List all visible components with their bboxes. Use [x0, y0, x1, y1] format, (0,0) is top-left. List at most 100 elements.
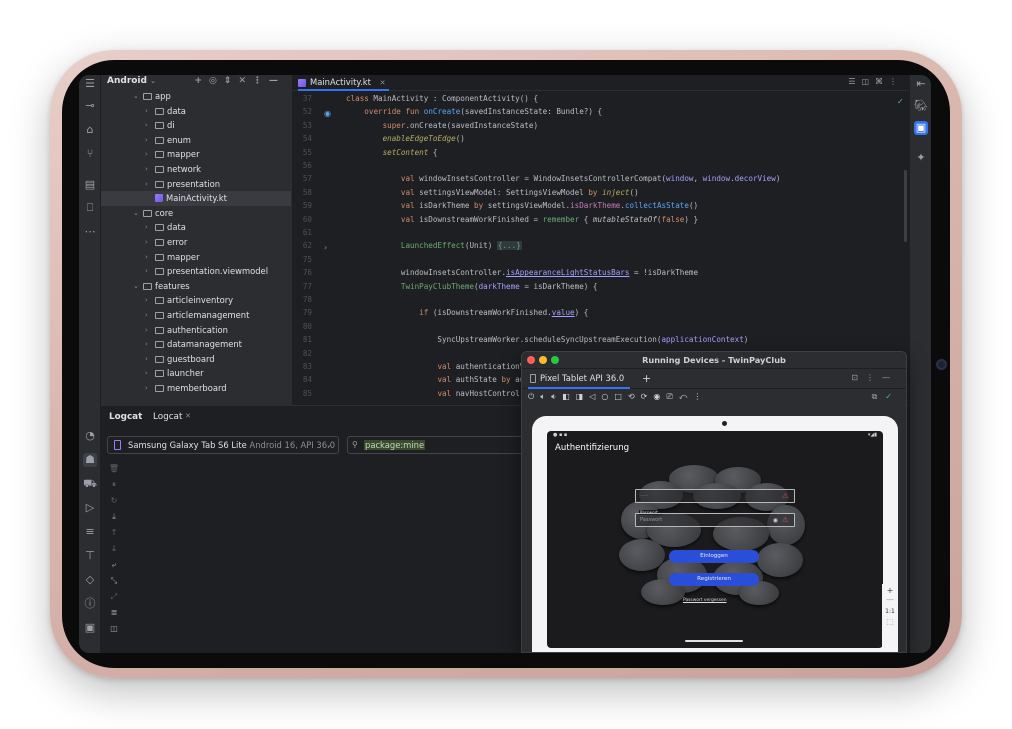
tree-item[interactable]: › presentation.viewmodel [101, 264, 291, 279]
tree-item[interactable]: › guestboard [101, 352, 291, 367]
split-icon[interactable]: ◫ [107, 624, 121, 640]
forgot-password-link[interactable]: Passwort vergessen [683, 598, 727, 603]
zoom-in-icon[interactable]: + [882, 586, 898, 595]
emulator-controls[interactable]: ⏻🔈︎🔉︎◧◨◁○□⟲⟳◉⎚⤺⋮ [528, 392, 707, 402]
format-icon[interactable]: ≣ [107, 608, 121, 624]
logcat-filter-input[interactable]: ⚲ package:mine [347, 436, 547, 454]
tree-item[interactable]: › memberboard [101, 381, 291, 396]
terminal-icon[interactable]: ▣ [83, 621, 97, 635]
chevron-right-icon[interactable]: › [145, 133, 148, 148]
chevron-down-icon[interactable]: ⌄ [133, 279, 139, 294]
tree-item[interactable]: › articleinventory [101, 293, 291, 308]
code-line[interactable]: 60 val isDownstreamWorkFinished = rememb… [292, 213, 910, 226]
chevron-right-icon[interactable]: › [145, 220, 148, 235]
chevron-right-icon[interactable]: › [145, 352, 148, 367]
username-field[interactable]: ····· ⚠ [635, 489, 795, 503]
logcat-tool-icon[interactable]: ☗ [83, 453, 97, 467]
chevron-down-icon[interactable]: ⌄ [133, 206, 139, 221]
fold-gutter-icon[interactable]: › [324, 243, 327, 252]
code-line[interactable]: 62 LaunchedEffect(Unit) {...} [292, 239, 910, 252]
tree-item[interactable]: › articlemanagement [101, 308, 291, 323]
pull-requests-icon[interactable]: ⑂ [83, 147, 97, 161]
code-line[interactable]: 77 TwinPayClubTheme(darkTheme = isDarkTh… [292, 280, 910, 293]
tree-item[interactable]: › presentation [101, 177, 291, 192]
window-options-icons[interactable]: ⊡⋮— [851, 373, 898, 382]
tree-item[interactable]: › di [101, 118, 291, 133]
gesture-nav-bar[interactable] [685, 640, 743, 642]
build-icon[interactable]: ⊤ [83, 549, 97, 563]
editor-scrollbar[interactable] [904, 170, 907, 242]
code-line[interactable]: 76 windowInsetsController.isAppearanceLi… [292, 266, 910, 279]
tree-item[interactable]: › error [101, 235, 291, 250]
password-field[interactable]: Passwort ◉ ⚠ [635, 513, 795, 527]
tree-item[interactable]: MainActivity.kt [101, 191, 291, 206]
fit-screen-icon[interactable]: ⬚ [882, 617, 898, 626]
code-line[interactable]: 79 if (isDownstreamWorkFinished.value) { [292, 306, 910, 319]
code-line[interactable]: 53 super.onCreate(savedInstanceState) [292, 119, 910, 132]
tree-item[interactable]: › mapper [101, 147, 291, 162]
clear-log-icon[interactable]: 🗑︎ [107, 464, 121, 480]
menu-icon[interactable]: ☰ [83, 77, 97, 91]
more-tools-icon[interactable]: ⋯ [83, 225, 97, 239]
project-tools-icons[interactable]: +◎⇕✕⋮— [195, 75, 285, 87]
commit-icon[interactable]: ⊸ [83, 99, 97, 113]
code-line[interactable]: 37 class MainActivity : ComponentActivity… [292, 92, 910, 105]
tree-item[interactable]: › data [101, 220, 291, 235]
device-tab[interactable]: Pixel Tablet API 36.0 [528, 369, 631, 389]
code-line[interactable]: 61 [292, 226, 910, 239]
emulator-screen[interactable]: ● ▪ ▪ ▾◢▮ Authentifizierung ····· ⚠ Pass… [547, 431, 883, 648]
chevron-right-icon[interactable]: › [145, 177, 148, 192]
code-line[interactable]: 78 [292, 293, 910, 306]
close-logcat-tab-icon[interactable]: ✕ [185, 412, 191, 420]
tree-item[interactable]: › network [101, 162, 291, 177]
gradle-icon[interactable]: 🐘︎ [914, 99, 928, 113]
chevron-right-icon[interactable]: › [145, 147, 148, 162]
register-button[interactable]: Registrieren [669, 573, 759, 586]
code-line[interactable]: 55 setContent { [292, 146, 910, 159]
chevron-right-icon[interactable]: › [145, 308, 148, 323]
pause-icon[interactable]: ⏸︎ [107, 480, 121, 496]
up-icon[interactable]: ↑ [107, 528, 121, 544]
services-icon[interactable]: ▷ [83, 501, 97, 515]
bookmarks-icon[interactable]: ⎕ [83, 201, 97, 215]
problems-icon[interactable]: ⓘ [83, 597, 97, 611]
app-inspection-icon[interactable]: ⛟ [83, 477, 97, 491]
tree-item[interactable]: › launcher [101, 366, 291, 381]
close-tab-icon[interactable]: ✕ [380, 79, 386, 87]
code-line[interactable]: 57 val windowInsetsController = WindowIn… [292, 172, 910, 185]
chevron-right-icon[interactable]: › [145, 264, 148, 279]
editor-view-mode-icons[interactable]: ☰◫⌘⋮ [848, 77, 903, 86]
code-line[interactable]: 52 override fun onCreate(savedInstanceSt… [292, 105, 910, 118]
collapse-icon[interactable]: ⤡ [107, 576, 121, 592]
chevron-right-icon[interactable]: › [145, 366, 148, 381]
tree-item[interactable]: › enum [101, 133, 291, 148]
emulator-right-tools[interactable]: ⧉✓ [872, 392, 900, 402]
scroll-to-end-icon[interactable]: ⤓ [107, 512, 121, 528]
chevron-right-icon[interactable]: › [145, 235, 148, 250]
restart-icon[interactable]: ↻ [107, 496, 121, 512]
zoom-out-icon[interactable]: — [882, 595, 898, 604]
show-password-icon[interactable]: ◉ [773, 515, 778, 527]
tree-item[interactable]: ⌄ features [101, 279, 291, 294]
tree-item[interactable]: › authentication [101, 323, 291, 338]
down-icon[interactable]: ↓ [107, 544, 121, 560]
tree-item[interactable]: ⌄ app [101, 89, 291, 104]
running-devices-icon[interactable]: ▣ [914, 121, 928, 135]
override-gutter-icon[interactable]: ◉ [324, 109, 331, 118]
gem-icon[interactable]: ◇ [83, 573, 97, 587]
chevron-right-icon[interactable]: › [145, 118, 148, 133]
chevron-right-icon[interactable]: › [145, 337, 148, 352]
logcat-tab[interactable]: Logcat [153, 412, 182, 422]
tree-item[interactable]: › datamanagement [101, 337, 291, 352]
login-button[interactable]: Einloggen [669, 550, 759, 563]
tree-item[interactable]: › data [101, 104, 291, 119]
code-line[interactable]: 75 [292, 253, 910, 266]
chevron-right-icon[interactable]: › [145, 162, 148, 177]
code-line[interactable]: 54 enableEdgeToEdge() [292, 132, 910, 145]
profiler-icon[interactable]: ◔ [83, 429, 97, 443]
soft-wrap-icon[interactable]: ⤶ [107, 560, 121, 576]
code-line[interactable]: 80 [292, 320, 910, 333]
code-line[interactable]: 56 [292, 159, 910, 172]
todo-icon[interactable]: ≡ [83, 525, 97, 539]
tree-item[interactable]: › mapper [101, 250, 291, 265]
